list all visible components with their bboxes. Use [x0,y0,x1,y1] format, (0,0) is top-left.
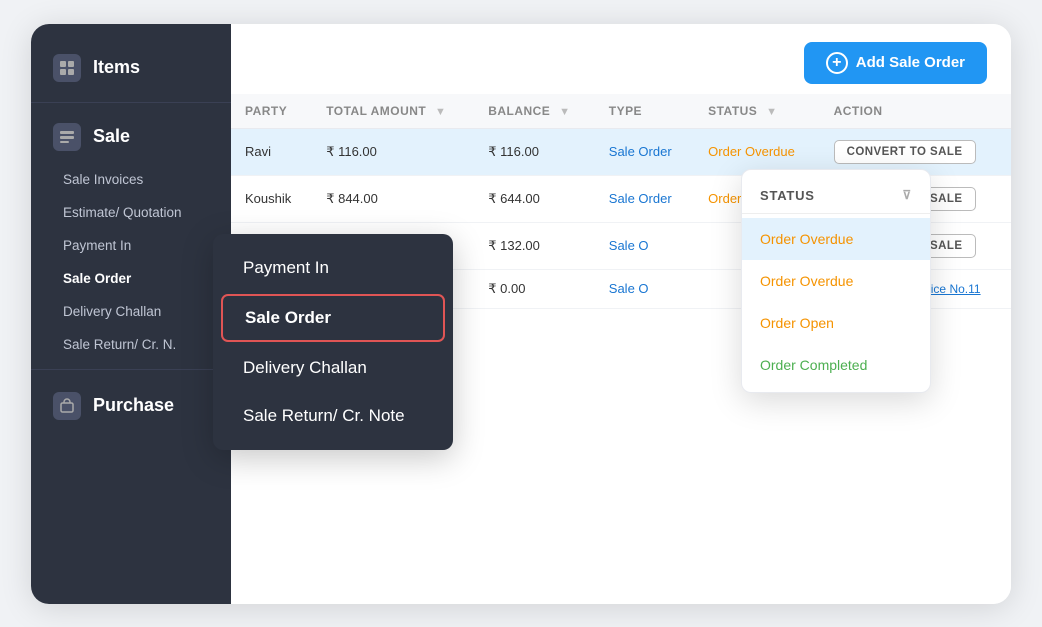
col-action: ACTION [820,94,1011,129]
col-status: STATUS ▼ [694,94,819,129]
col-total-amount: TOTAL AMOUNT ▼ [312,94,474,129]
status-option-overdue-1[interactable]: Order Overdue [742,218,930,260]
sidebar-sale-section[interactable]: Sale [31,111,231,163]
status-filter-icon[interactable]: ▼ [766,106,777,118]
cell-total-amount: ₹ 116.00 [312,128,474,175]
estimate-label: Estimate/ Quotation [63,205,182,220]
dropdown-payment-in-label: Payment In [243,258,329,277]
cell-balance: ₹ 116.00 [474,128,595,175]
status-filter-funnel-icon[interactable]: ⊽ [902,188,912,202]
total-amount-filter-icon[interactable]: ▼ [435,106,446,118]
cell-balance: ₹ 644.00 [474,175,595,222]
items-icon [53,54,81,82]
dropdown-sale-order-label: Sale Order [245,308,331,327]
sidebar-item-sale-invoices[interactable]: Sale Invoices [31,163,231,196]
sale-invoices-label: Sale Invoices [63,172,143,187]
cell-action: CONVERT TO SALE [820,128,1011,175]
add-sale-order-button[interactable]: + Add Sale Order [804,42,987,84]
dropdown-item-payment-in[interactable]: Payment In [213,244,453,292]
convert-to-sale-button-1[interactable]: CONVERT TO SALE [834,140,976,164]
sidebar-items-label: Items [93,57,140,78]
sidebar: Items Sale Sale Invoices Estimate/ Quota… [31,24,231,604]
dropdown-delivery-challan-label: Delivery Challan [243,358,367,377]
sale-icon [53,123,81,151]
sidebar-item-payment-in[interactable]: Payment In [31,229,231,262]
col-balance: BALANCE ▼ [474,94,595,129]
divider1 [31,102,231,103]
dropdown-item-delivery-challan[interactable]: Delivery Challan [213,344,453,392]
dropdown-item-sale-order[interactable]: Sale Order [221,294,445,342]
main-container: Items Sale Sale Invoices Estimate/ Quota… [31,24,1011,604]
table-row: Ravi ₹ 116.00 ₹ 116.00 Sale Order Order … [231,128,1011,175]
sidebar-purchase-section[interactable]: Purchase [31,378,231,434]
cell-balance: ₹ 0.00 [474,269,595,308]
delivery-challan-label: Delivery Challan [63,304,161,319]
status-overdue-label-2: Order Overdue [760,273,853,289]
sale-return-label: Sale Return/ Cr. N. [63,337,176,352]
status-dropdown-header: STATUS ⊽ [742,180,930,214]
status-overdue-label-1: Order Overdue [760,231,853,247]
cell-type: Sale O [595,222,694,269]
status-filter-dropdown: STATUS ⊽ Order Overdue Order Overdue Ord… [741,169,931,393]
plus-circle-icon: + [826,52,848,74]
cell-party: Ravi [231,128,312,175]
purchase-label: Purchase [93,395,174,416]
cell-type: Sale Order [595,128,694,175]
status-option-overdue-2[interactable]: Order Overdue [742,260,930,302]
sidebar-sale-label: Sale [93,126,130,147]
cell-type: Sale Order [595,175,694,222]
nav-dropdown-menu: Payment In Sale Order Delivery Challan S… [213,234,453,450]
col-party: PARTY [231,94,312,129]
dropdown-sale-return-label: Sale Return/ Cr. Note [243,406,405,425]
cell-balance: ₹ 132.00 [474,222,595,269]
sale-order-label: Sale Order [63,271,131,286]
status-open-label: Order Open [760,315,834,331]
cell-type: Sale O [595,269,694,308]
add-sale-order-label: Add Sale Order [856,54,965,71]
dropdown-item-sale-return[interactable]: Sale Return/ Cr. Note [213,392,453,440]
status-option-completed[interactable]: Order Completed [742,344,930,386]
sidebar-items-section[interactable]: Items [31,42,231,94]
table-header-row: PARTY TOTAL AMOUNT ▼ BALANCE ▼ TYPE STAT… [231,94,1011,129]
cell-party: Koushik [231,175,312,222]
status-completed-label: Order Completed [760,357,867,373]
content-header: + Add Sale Order [231,24,1011,94]
purchase-icon [53,392,81,420]
divider2 [31,369,231,370]
sidebar-item-delivery-challan[interactable]: Delivery Challan [31,295,231,328]
status-header-label: STATUS [760,188,815,203]
sidebar-item-sale-return[interactable]: Sale Return/ Cr. N. [31,328,231,361]
cell-status: Order Overdue [694,128,819,175]
payment-in-label: Payment In [63,238,131,253]
sidebar-item-estimate[interactable]: Estimate/ Quotation [31,196,231,229]
col-type: TYPE [595,94,694,129]
sidebar-item-sale-order[interactable]: Sale Order [31,262,231,295]
cell-total-amount: ₹ 844.00 [312,175,474,222]
balance-filter-icon[interactable]: ▼ [559,106,570,118]
status-option-open[interactable]: Order Open [742,302,930,344]
